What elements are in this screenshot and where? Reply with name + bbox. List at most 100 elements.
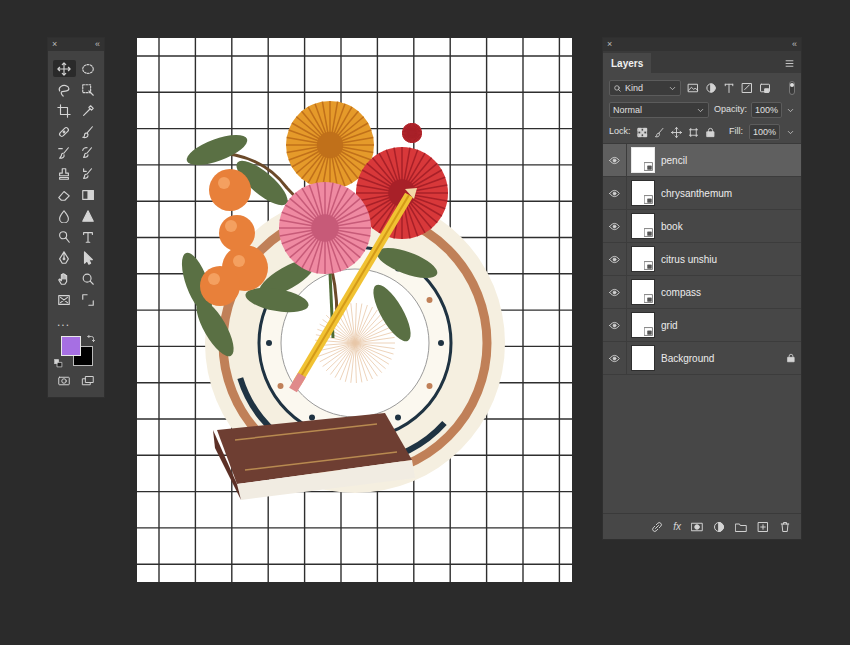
visibility-toggle[interactable] — [603, 243, 627, 275]
tool-button[interactable] — [53, 228, 76, 245]
layer-effects-button[interactable]: fx — [673, 522, 681, 532]
type-filter-button[interactable] — [723, 82, 735, 94]
tool-button[interactable] — [53, 123, 76, 140]
layer-name[interactable]: Background — [661, 351, 781, 366]
tool-icon — [81, 146, 95, 160]
filter-kind-dropdown[interactable]: Kind — [609, 80, 681, 96]
tool-button[interactable] — [53, 207, 76, 224]
link-button[interactable] — [651, 521, 663, 533]
tool-icon — [81, 230, 95, 244]
document-canvas[interactable] — [137, 38, 572, 582]
chevron-icon[interactable] — [786, 128, 795, 137]
lock-position-button[interactable] — [671, 127, 682, 138]
quick-mask-icon — [57, 375, 71, 387]
screen-mode-icon — [81, 375, 95, 387]
tool-button[interactable] — [77, 81, 100, 98]
tool-button[interactable] — [77, 123, 100, 140]
layer-list: pencil chrysanthemum book citrus unshiu comp… — [603, 143, 801, 375]
tool-button[interactable] — [53, 102, 76, 119]
lock-transparent-button[interactable] — [637, 127, 648, 138]
blend-mode-dropdown[interactable]: Normal — [609, 102, 709, 118]
adjustment-filter-icon — [705, 82, 717, 94]
tool-icon — [81, 167, 95, 181]
adjustment-filter-button[interactable] — [705, 82, 717, 94]
tool-button[interactable] — [53, 144, 76, 161]
visibility-toggle[interactable] — [603, 309, 627, 341]
tool-button[interactable] — [53, 186, 76, 203]
tool-icon — [81, 83, 95, 97]
layer-name[interactable]: citrus unshiu — [661, 252, 781, 267]
tool-button[interactable] — [77, 207, 100, 224]
tool-button[interactable] — [77, 249, 100, 266]
collapse-button[interactable]: « — [95, 40, 100, 49]
trash-button[interactable] — [779, 521, 791, 533]
opacity-value: 100% — [755, 106, 778, 115]
visibility-toggle[interactable] — [603, 276, 627, 308]
swap-colors-button[interactable] — [86, 334, 96, 344]
tool-button[interactable] — [77, 102, 100, 119]
tool-icon — [81, 104, 95, 118]
smart-object-badge — [644, 228, 653, 237]
layer-row[interactable]: grid — [603, 309, 801, 342]
tool-button[interactable] — [77, 60, 100, 77]
layer-row[interactable]: Background — [603, 342, 801, 375]
quick-mask-button[interactable] — [57, 375, 71, 387]
lock-all-button[interactable] — [705, 127, 716, 138]
opacity-field[interactable]: 100% — [751, 102, 782, 118]
tool-button[interactable] — [77, 270, 100, 287]
panel-menu-button[interactable] — [784, 53, 795, 73]
smart-object-filter-button[interactable] — [759, 82, 771, 94]
shape-filter-button[interactable] — [741, 82, 753, 94]
layer-row[interactable]: chrysanthemum — [603, 177, 801, 210]
folder-icon — [735, 521, 747, 533]
tool-button[interactable] — [53, 81, 76, 98]
lock-artboard-icon — [688, 127, 699, 138]
layer-row[interactable]: pencil — [603, 144, 801, 177]
tool-button[interactable] — [77, 186, 100, 203]
layer-name[interactable]: compass — [661, 285, 781, 300]
layer-row[interactable]: citrus unshiu — [603, 243, 801, 276]
fill-field[interactable]: 100% — [749, 124, 780, 140]
tool-button[interactable] — [77, 165, 100, 182]
close-button[interactable]: × — [52, 40, 57, 49]
tool-icon — [81, 125, 95, 139]
layer-row[interactable]: compass — [603, 276, 801, 309]
collapse-button[interactable]: « — [792, 40, 797, 49]
visibility-toggle[interactable] — [603, 342, 627, 374]
layer-name[interactable]: chrysanthemum — [661, 186, 781, 201]
eye-icon — [609, 188, 620, 199]
mask-button[interactable] — [691, 521, 703, 533]
tool-button[interactable] — [53, 249, 76, 266]
lock-image-button[interactable] — [654, 127, 665, 138]
screen-mode-button[interactable] — [81, 375, 95, 387]
visibility-toggle[interactable] — [603, 177, 627, 209]
layer-name[interactable]: grid — [661, 318, 781, 333]
more-tools-button[interactable]: ... — [48, 316, 104, 328]
layer-row[interactable]: book — [603, 210, 801, 243]
tool-button[interactable] — [77, 291, 100, 308]
pixel-filter-button[interactable] — [687, 82, 699, 94]
folder-button[interactable] — [735, 521, 747, 533]
tool-icon — [57, 125, 71, 139]
filter-toggle[interactable] — [789, 81, 795, 95]
close-button[interactable]: × — [607, 40, 612, 49]
tool-button[interactable] — [77, 228, 100, 245]
tool-button[interactable] — [77, 144, 100, 161]
layer-name[interactable]: pencil — [661, 153, 781, 168]
default-colors-button[interactable] — [54, 359, 63, 368]
visibility-toggle[interactable] — [603, 210, 627, 242]
adjustment-button[interactable] — [713, 521, 725, 533]
visibility-toggle[interactable] — [603, 144, 627, 176]
lock-artboard-button[interactable] — [688, 127, 699, 138]
layer-name[interactable]: book — [661, 219, 781, 234]
layers-tab[interactable]: Layers — [603, 53, 651, 73]
chevron-icon[interactable] — [786, 106, 795, 115]
tool-button[interactable] — [53, 60, 76, 77]
search-icon — [613, 84, 622, 93]
tool-button[interactable] — [53, 165, 76, 182]
foreground-color-swatch[interactable] — [61, 336, 81, 356]
tool-button[interactable] — [53, 270, 76, 287]
new-layer-button[interactable] — [757, 521, 769, 533]
layer-thumbnail — [631, 180, 655, 206]
tool-button[interactable] — [53, 291, 76, 308]
